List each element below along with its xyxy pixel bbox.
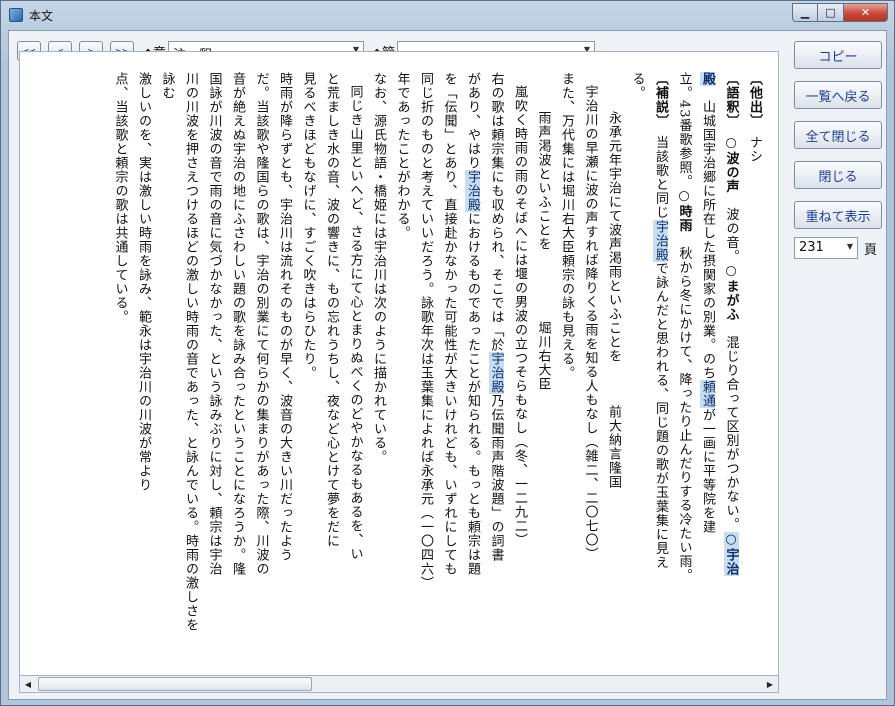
window-controls: ▁ □ ✕: [792, 3, 888, 22]
text-line: 殿 山城国宇治郷に所在した摂関家の別業。のち頼通が一画に平等院を建: [700, 72, 715, 534]
close-all-button[interactable]: 全て閉じる: [794, 121, 882, 149]
page-row: 231 ▼ 頁: [794, 237, 884, 259]
text-line: 宇治川の早瀬に波の声すれば降りくる雨を知る人もなし（雑二、二〇七〇）: [582, 85, 598, 561]
text-line: 国詠が川波の音で雨の音に気づかなかった、という詠みぶりに対し、頼宗は宇治: [206, 72, 222, 576]
text-line: 〔語釈〕 ○波の声 波の音。○まがふ 混じり合って区別がつかない。○宇治: [723, 72, 739, 576]
page-value: 231: [799, 240, 824, 255]
text-pane[interactable]: 〔他出〕 ナシ 〔語釈〕 ○波の声 波の音。○まがふ 混じり合って区別がつかない…: [19, 51, 779, 676]
minimize-button[interactable]: ▁: [792, 3, 818, 22]
maximize-button[interactable]: □: [818, 3, 844, 22]
scroll-right-icon[interactable]: ▶: [762, 676, 778, 692]
text-line: また、万代集には堀川右大臣頼宗の詠も見える。: [559, 72, 574, 380]
minimize-icon: ▁: [800, 6, 810, 19]
window-title: 本文: [29, 9, 54, 23]
close-window-button[interactable]: ✕: [844, 3, 888, 22]
text-line: 嵐吹く時雨の雨のそばへには堰の男波の立つそらもなし（冬、一二九二）: [512, 85, 527, 547]
back-to-list-button[interactable]: 一覧へ戻る: [794, 81, 882, 109]
text-line: と荒ましき水の音、波の響きに、もの忘れうちし、夜など心とけて夢をだに: [324, 72, 339, 548]
text-line: 音が絶えぬ宇治の地にふさわしい題の歌を詠み合ったということになろうか。隆: [230, 72, 245, 576]
copy-button[interactable]: コピー: [794, 41, 882, 69]
text-line: 〔他出〕 ナシ: [747, 72, 762, 164]
text-line: 激しいのを、実は激しい時雨を詠み、範永は宇治川の川波が常より: [136, 72, 151, 492]
close-button[interactable]: 閉じる: [794, 161, 882, 189]
text-line: だ。当該歌や隆国らの歌は、宇治の別業にて何らかの集まりがあった際、川波の: [253, 72, 269, 576]
text-line: 立。43番歌参照。○時雨 秋から冬にかけて、降ったり止んだりする冷たい雨。: [676, 72, 692, 583]
scroll-left-icon[interactable]: ◀: [20, 676, 36, 692]
text-line: 右の歌は頼宗集にも収められ、そこでは「於宇治殿乃伝聞雨声階波題」の詞書: [488, 72, 504, 562]
page-select[interactable]: 231 ▼: [794, 237, 858, 259]
text-line: 見るべきほどもなげに、すごく吹きはらひたり。: [300, 72, 316, 380]
text-line: 川の川波を押さえつけるほどの激しい時雨の音であった、と詠んでいる。時雨の激しさを…: [159, 72, 199, 632]
maximize-icon: □: [825, 6, 836, 19]
horizontal-scrollbar[interactable]: ◀ ▶: [19, 676, 779, 693]
text-line: 同じき山里といへど、さる方にて心とまりぬべくのどやかなるもあるを、い: [347, 85, 363, 561]
app-icon: [9, 8, 23, 22]
cascade-button[interactable]: 重ねて表示: [794, 201, 882, 229]
vertical-text-body: 〔他出〕 ナシ 〔語釈〕 ○波の声 波の音。○まがふ 混じり合って区別がつかない…: [108, 72, 766, 632]
client-area: << < > >> ◆章 注 釈 ▼ ◆節 ▼ 〔他出〕 ナシ 〔語釈〕 ○波の…: [8, 30, 887, 700]
text-line: 点、当該歌と頼宗の歌は共通している。: [112, 72, 128, 324]
text-line: があり、やはり宇治殿におけるものであったことが知られる。もっとも頼宗は題: [465, 72, 480, 576]
main-window: 本文 ▁ □ ✕ << < > >> ◆章 注 釈 ▼ ◆節 ▼ 〔他出〕: [0, 0, 895, 706]
text-line: 同じ折のものと考えていいだろう。詠歌年次は玉葉集によれば永承元（一〇四六）: [418, 72, 433, 590]
text-line: 〔補説〕 当該歌と同じ宇治殿で詠んだと思われる、同じ題の歌が玉葉集に見え: [653, 72, 668, 570]
text-line: る。: [629, 72, 645, 100]
action-panel: コピー 一覧へ戻る 全て閉じる 閉じる 重ねて表示 231 ▼ 頁: [794, 41, 884, 259]
text-line: 永承元年宇治にて波声渇雨といふことを 前大納言隆国: [606, 111, 621, 489]
text-line: なお、源氏物語・橋姫には宇治川は次のように描かれている。: [371, 72, 386, 464]
close-icon: ✕: [860, 6, 871, 19]
text-line: 年であったことがわかる。: [394, 72, 410, 240]
text-line: 雨声渇波といふことを 堀川右大臣: [535, 111, 551, 391]
page-unit-label: 頁: [864, 242, 878, 258]
resize-grip-icon[interactable]: [882, 693, 892, 703]
title-bar[interactable]: 本文 ▁ □ ✕: [1, 1, 894, 29]
scrollbar-thumb[interactable]: [38, 677, 312, 691]
chevron-down-icon: ▼: [846, 242, 853, 251]
text-line: を「伝聞」とあり、直接赴かなかった可能性が大きいけれども、いずれにしても: [441, 72, 457, 576]
text-line: 時雨が降らずとも、宇治川は流れそのものが早く、波音の大きい川だったよう: [277, 72, 292, 562]
